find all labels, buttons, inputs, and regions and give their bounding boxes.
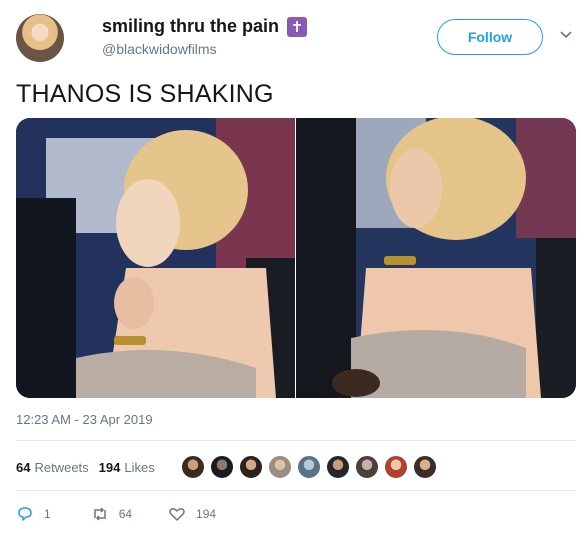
reply-button[interactable]: 1 bbox=[16, 502, 51, 526]
liker-avatar[interactable] bbox=[267, 454, 293, 480]
reply-count: 1 bbox=[44, 507, 51, 521]
follow-button[interactable]: Follow bbox=[437, 19, 543, 55]
tweet-text: THANOS IS SHAKING bbox=[16, 80, 274, 108]
liker-avatar[interactable] bbox=[238, 454, 264, 480]
divider-top bbox=[16, 440, 576, 441]
reply-icon bbox=[18, 507, 32, 521]
retweets-count[interactable]: 64 bbox=[16, 460, 30, 475]
divider-bottom bbox=[16, 490, 576, 491]
chevron-down-icon[interactable] bbox=[559, 28, 573, 42]
liker-avatar[interactable] bbox=[209, 454, 235, 480]
liker-avatar[interactable] bbox=[180, 454, 206, 480]
liker-avatar[interactable] bbox=[325, 454, 351, 480]
tweet-actions: 1 64 194 bbox=[16, 502, 216, 526]
display-name[interactable]: smiling thru the pain bbox=[102, 16, 279, 37]
photo-left[interactable] bbox=[16, 118, 295, 398]
tweet-timestamp[interactable]: 12:23 AM - 23 Apr 2019 bbox=[16, 412, 153, 427]
name-line: smiling thru the pain ✝ bbox=[102, 16, 308, 37]
likes-label[interactable]: Likes bbox=[124, 460, 154, 475]
avatar[interactable] bbox=[16, 14, 64, 62]
cross-icon: ✝ bbox=[287, 16, 308, 37]
retweets-label[interactable]: Retweets bbox=[34, 460, 88, 475]
like-count: 194 bbox=[196, 507, 217, 521]
retweet-count: 64 bbox=[118, 507, 133, 521]
like-button[interactable]: 194 bbox=[168, 502, 216, 526]
retweet-button[interactable]: 64 bbox=[91, 502, 132, 526]
photo-right[interactable] bbox=[296, 118, 576, 398]
retweet-icon bbox=[93, 507, 106, 521]
liker-avatar[interactable] bbox=[354, 454, 380, 480]
liker-avatar[interactable] bbox=[383, 454, 409, 480]
user-handle[interactable]: @blackwidowfilms bbox=[102, 41, 217, 57]
liker-avatars bbox=[180, 454, 441, 480]
likes-count[interactable]: 194 bbox=[99, 460, 121, 475]
liker-avatar[interactable] bbox=[296, 454, 322, 480]
heart-icon bbox=[169, 508, 185, 521]
tweet-stats: 64 Retweets 194 Likes bbox=[16, 452, 155, 482]
tweet-header: smiling thru the pain ✝ @blackwidowfilms… bbox=[16, 14, 576, 66]
tweet-media[interactable] bbox=[16, 118, 576, 398]
liker-avatar[interactable] bbox=[412, 454, 438, 480]
